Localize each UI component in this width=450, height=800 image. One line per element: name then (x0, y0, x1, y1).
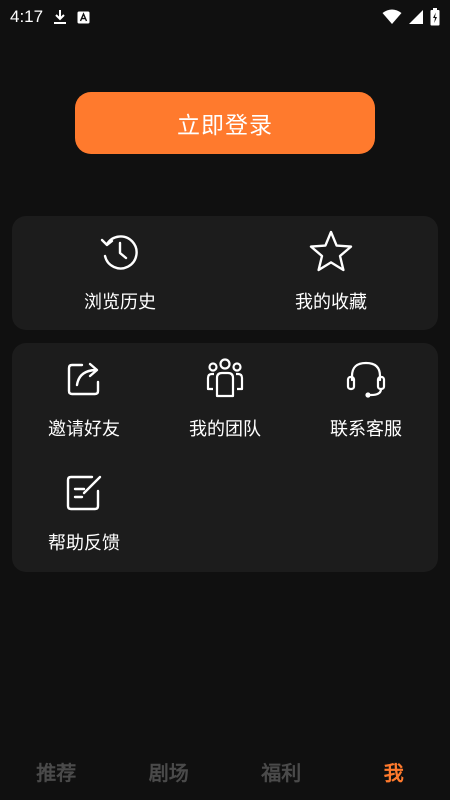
history-label: 浏览历史 (84, 292, 156, 313)
history-icon (96, 228, 144, 276)
my-team-tile[interactable]: 我的团队 (160, 355, 290, 441)
nav-tab-welfare[interactable]: 福利 (225, 757, 338, 786)
quick-actions-card: 浏览历史 我的收藏 (12, 216, 438, 330)
favorites-tile[interactable]: 我的收藏 (266, 228, 396, 314)
headset-icon (342, 355, 390, 403)
invite-friends-tile[interactable]: 邀请好友 (19, 355, 149, 441)
profile-screen: 4:17 立即登录 浏览历史 我的收藏 邀请好友 我的团队 联系客服 帮助反馈 … (0, 0, 450, 800)
favorites-label: 我的收藏 (295, 292, 367, 313)
customer-service-tile[interactable]: 联系客服 (301, 355, 431, 441)
services-card: 邀请好友 我的团队 联系客服 帮助反馈 (12, 343, 438, 572)
help-feedback-label: 帮助反馈 (48, 533, 120, 554)
feedback-icon (60, 469, 108, 517)
nav-tab-recommend[interactable]: 推荐 (0, 757, 113, 786)
login-button[interactable]: 立即登录 (75, 92, 375, 154)
signal-icon (408, 9, 424, 25)
status-bar: 4:17 (0, 0, 450, 34)
history-tile[interactable]: 浏览历史 (55, 228, 185, 314)
my-team-label: 我的团队 (189, 419, 261, 440)
share-icon (60, 355, 108, 403)
nav-tab-theater[interactable]: 剧场 (113, 757, 226, 786)
battery-icon (430, 8, 440, 26)
star-icon (307, 228, 355, 276)
download-icon (53, 9, 67, 25)
customer-service-label: 联系客服 (330, 419, 402, 440)
bottom-nav: 推荐 剧场 福利 我 (0, 742, 450, 800)
status-right (382, 8, 440, 26)
status-time: 4:17 (10, 7, 44, 26)
team-icon (201, 355, 249, 403)
keyboard-a-icon (77, 11, 90, 24)
invite-friends-label: 邀请好友 (48, 419, 120, 440)
help-feedback-tile[interactable]: 帮助反馈 (19, 469, 149, 555)
wifi-icon (382, 9, 402, 25)
nav-tab-me[interactable]: 我 (338, 757, 450, 786)
status-left: 4:17 (10, 7, 90, 27)
